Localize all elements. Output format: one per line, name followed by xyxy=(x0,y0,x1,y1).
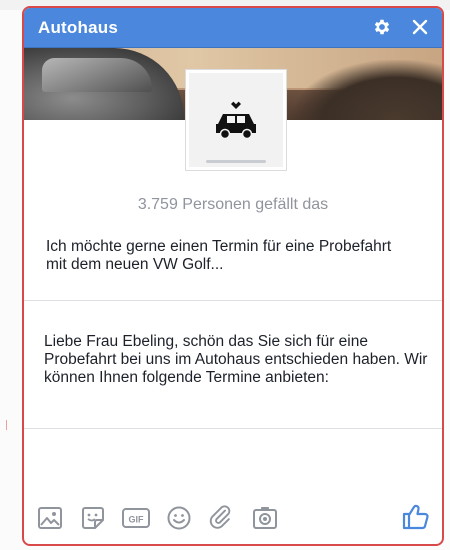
gif-icon[interactable]: GIF xyxy=(120,502,152,534)
message-input[interactable] xyxy=(24,429,442,489)
gear-icon[interactable] xyxy=(370,14,394,40)
cover-car-window xyxy=(42,58,152,92)
close-icon[interactable] xyxy=(408,14,432,40)
page-likes-count: 3.759 Personen gefällt das xyxy=(137,196,329,213)
message-outgoing: Liebe Frau Ebeling, schön das Sie sich f… xyxy=(44,333,428,386)
divider xyxy=(24,300,442,301)
profile-caption xyxy=(186,160,286,166)
cover-tree xyxy=(292,60,442,120)
emoji-icon[interactable] xyxy=(163,502,195,534)
message-incoming: Ich möchte gerne einen Termin für eine P… xyxy=(46,238,392,273)
image-icon[interactable] xyxy=(34,502,66,534)
background-mark xyxy=(6,420,12,430)
title-actions xyxy=(370,14,432,40)
attach-icon[interactable] xyxy=(206,502,238,534)
chat-title[interactable]: Autohaus xyxy=(38,18,118,38)
thumbs-up-icon[interactable] xyxy=(400,500,432,532)
sticker-icon[interactable] xyxy=(77,502,109,534)
chat-window: Autohaus 3.759 Personen gefällt das Ich … xyxy=(22,6,444,546)
camera-icon[interactable] xyxy=(249,502,281,534)
composer-toolbar: GIF xyxy=(24,492,442,544)
taxi-car-icon xyxy=(216,101,256,140)
page-profile-picture[interactable] xyxy=(186,70,286,170)
svg-text:GIF: GIF xyxy=(129,515,145,525)
chat-title-bar[interactable]: Autohaus xyxy=(24,8,442,48)
